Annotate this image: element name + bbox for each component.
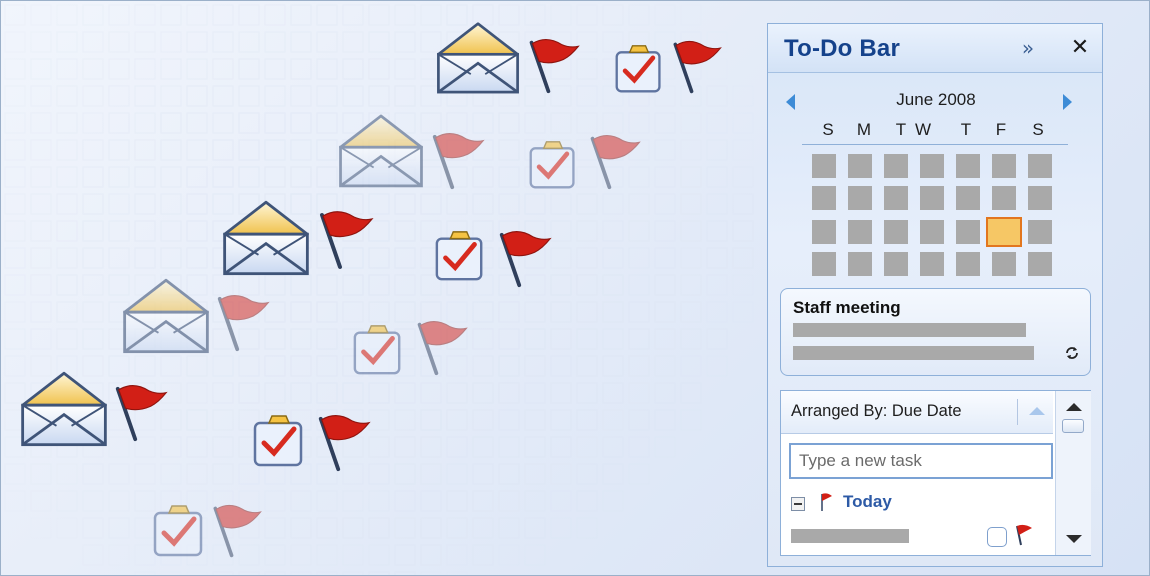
task-group-today: Today [843, 492, 892, 511]
calendar-day-cell[interactable] [884, 154, 908, 178]
task-clipboard-icon [527, 139, 579, 191]
task-subject-placeholder [791, 529, 909, 543]
red-flag-icon [207, 503, 267, 559]
calendar-day-cell[interactable] [884, 252, 908, 276]
calendar-day-cell[interactable] [848, 154, 872, 178]
calendar-today-cell[interactable] [986, 217, 1022, 247]
calendar-divider [802, 144, 1068, 145]
calendar-day-cell[interactable] [812, 186, 836, 210]
sort-ascending-icon[interactable] [1029, 407, 1045, 415]
recurrence-icon [1066, 347, 1078, 359]
background-canvas: To-Do Bar » ✕ June 2008 S M T W T F S St… [0, 0, 1150, 576]
scroll-up-arrow[interactable] [1066, 403, 1082, 411]
calendar-day-cell[interactable] [812, 154, 836, 178]
weekday-header: S [1032, 120, 1044, 139]
task-flag-icon[interactable] [1013, 523, 1035, 547]
scroll-down-arrow[interactable] [1066, 535, 1082, 543]
calendar-day-cell[interactable] [956, 154, 980, 178]
task-complete-checkbox[interactable] [987, 527, 1007, 547]
calendar-day-cell[interactable] [884, 186, 908, 210]
todo-bar-header: To-Do Bar » ✕ [768, 24, 1102, 73]
calendar-day-cell[interactable] [956, 252, 980, 276]
mail-envelope-icon [433, 15, 523, 99]
expand-button[interactable]: » [1016, 36, 1040, 60]
red-flag-icon [411, 319, 473, 377]
task-list-scrollbar[interactable] [1055, 391, 1091, 555]
calendar-day-cell[interactable] [848, 252, 872, 276]
calendar-day-cell[interactable] [812, 220, 836, 244]
calendar-day-cell[interactable] [992, 252, 1016, 276]
red-flag-icon [427, 131, 489, 191]
task-clipboard-icon [433, 229, 487, 283]
red-flag-icon [669, 39, 725, 95]
todo-bar-title: To-Do Bar [784, 35, 901, 62]
mail-envelope-icon [219, 195, 313, 279]
weekday-header: T [960, 120, 972, 139]
header-separator [1017, 399, 1018, 425]
calendar-day-cell[interactable] [920, 220, 944, 244]
mail-envelope-icon [335, 109, 427, 191]
red-flag-icon [585, 133, 645, 191]
calendar-day-cell[interactable] [848, 186, 872, 210]
appointment-detail-placeholder [793, 323, 1026, 337]
calendar-day-cell[interactable] [812, 252, 836, 276]
task-list-pane: Arranged By: Due Date Today [780, 390, 1091, 556]
task-clipboard-icon [613, 43, 665, 95]
red-flag-icon [111, 383, 171, 443]
arrange-by-label: Arranged By: Due Date [791, 402, 962, 420]
task-clipboard-icon [351, 323, 405, 377]
appointment-title: Staff meeting [793, 298, 901, 317]
red-flag-icon [313, 413, 375, 473]
calendar-day-cell[interactable] [1028, 154, 1052, 178]
task-clipboard-icon [251, 413, 307, 469]
calendar-day-cell[interactable] [848, 220, 872, 244]
calendar-day-cell[interactable] [884, 220, 908, 244]
red-flag-icon [821, 493, 832, 511]
weekday-header: S [822, 120, 834, 139]
appointment-card[interactable]: Staff meeting [780, 288, 1091, 376]
task-clipboard-icon [151, 503, 207, 559]
calendar-day-cell[interactable] [1028, 186, 1052, 210]
mail-envelope-icon [17, 365, 111, 451]
calendar-day-cell[interactable] [1028, 220, 1052, 244]
calendar-day-cell[interactable] [1028, 252, 1052, 276]
new-task-input[interactable] [789, 443, 1053, 479]
red-flag-icon [313, 209, 379, 271]
close-button[interactable]: ✕ [1068, 35, 1092, 61]
calendar-day-cell[interactable] [992, 186, 1016, 210]
calendar-day-cell[interactable] [920, 154, 944, 178]
weekday-header: W [914, 120, 932, 139]
calendar-day-cell[interactable] [956, 186, 980, 210]
calendar-day-cell[interactable] [920, 252, 944, 276]
weekday-header: F [995, 120, 1007, 139]
red-flag-icon [213, 293, 273, 353]
weekday-header: M [856, 120, 872, 139]
mail-envelope-icon [119, 271, 213, 359]
collapse-group-toggle[interactable] [791, 497, 805, 511]
red-flag-icon [493, 229, 557, 289]
calendar-day-cell[interactable] [992, 154, 1016, 178]
calendar-day-cell[interactable] [920, 186, 944, 210]
appointment-detail-placeholder [793, 346, 1034, 360]
red-flag-icon [525, 37, 583, 95]
todo-bar-panel: To-Do Bar » ✕ June 2008 S M T W T F S St… [767, 23, 1103, 567]
calendar-next-month-button[interactable] [1063, 94, 1072, 110]
scroll-thumb[interactable] [1062, 419, 1084, 433]
calendar-month-label: June 2008 [896, 90, 976, 109]
calendar-day-cell[interactable] [956, 220, 980, 244]
arrange-by-header[interactable]: Arranged By: Due Date [781, 391, 1053, 434]
